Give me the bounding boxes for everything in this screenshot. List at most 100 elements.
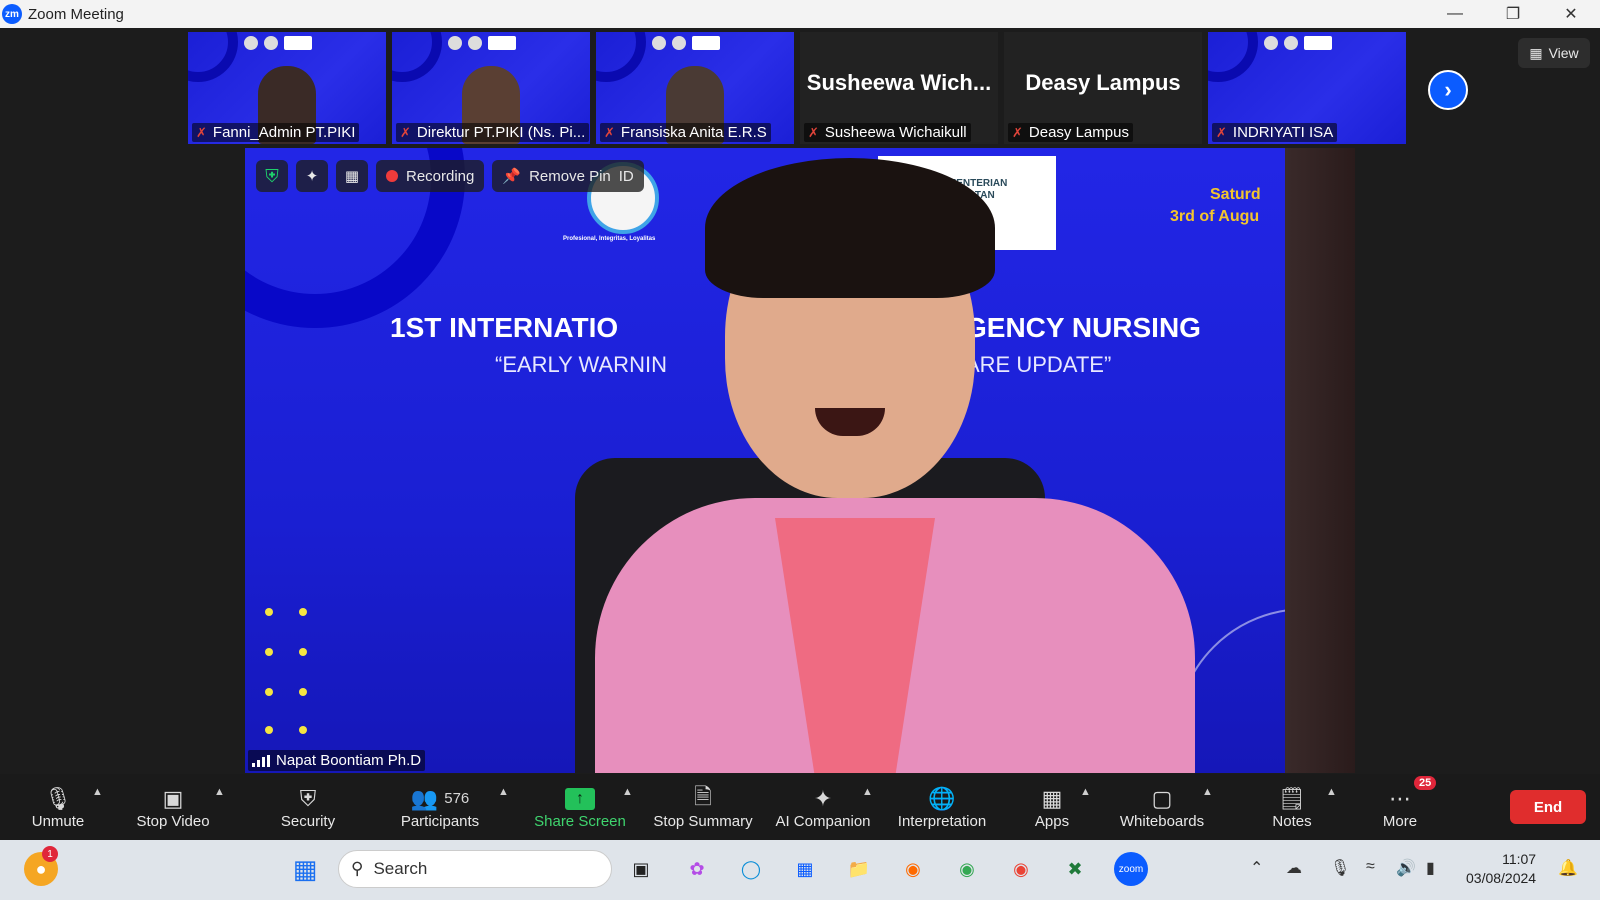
taskbar-clock[interactable]: 11:07 03/08/2024 [1466,850,1536,888]
grid-view-icon: ▦ [1529,44,1543,61]
microphone-icon[interactable]: 🎙 [1330,858,1350,878]
notes-options-caret-icon[interactable]: ▲ [1326,786,1337,798]
participant-thumbnail[interactable]: ✗ Fransiska Anita E.R.S [596,32,794,144]
unmute-label: Unmute [31,812,85,830]
end-meeting-button[interactable]: End [1510,790,1586,824]
id-label: ID [618,167,634,185]
slide-decoration [1208,32,1258,82]
participant-thumbnail[interactable]: Susheewa Wich... ✗ Susheewa Wichaikull [800,32,998,144]
share-screen-button[interactable]: ↑ Share Screen [532,774,628,840]
zoom-app-icon[interactable]: zoom [1114,852,1148,886]
participant-thumbnail[interactable]: ✗ Direktur PT.PIKI (Ns. Pi... [392,32,590,144]
participant-name: Fransiska Anita E.R.S [620,124,767,141]
apps-button[interactable]: ▦ Apps [1026,774,1078,840]
muted-mic-icon: ✗ [400,124,411,140]
taskbar-search[interactable]: ⚲ Search [338,850,612,888]
video-camera-icon: ▣ [162,785,184,811]
whiteboards-label: Whiteboards [1119,812,1205,830]
minimize-button[interactable]: — [1426,0,1484,28]
encryption-shield-button[interactable]: ⛨ [256,160,288,192]
muted-mic-icon: ✗ [604,124,615,140]
muted-mic-icon: ✗ [196,124,207,140]
participant-name-label: ✗ Susheewa Wichaikull [804,123,971,142]
interpretation-button[interactable]: 🌐 Interpretation [890,774,994,840]
restore-button[interactable]: ❐ [1484,0,1542,28]
chrome-icon[interactable]: ◉ [950,852,984,886]
participants-options-caret-icon[interactable]: ▲ [498,786,509,798]
ai-companion-button[interactable]: ✦ AI Companion [770,774,876,840]
search-placeholder: Search [373,859,428,878]
whiteboards-options-caret-icon[interactable]: ▲ [1202,786,1213,798]
participant-thumbnail[interactable]: ✗ Fanni_Admin PT.PIKI [188,32,386,144]
participants-count: 576 [444,790,470,807]
onedrive-cloud-icon[interactable]: ☁ [1286,858,1302,878]
ai-companion-label: AI Companion [775,812,871,830]
speaker-name: Napat Boontiam Ph.D [276,752,422,769]
recording-indicator[interactable]: Recording [376,160,485,192]
stop-summary-label: Stop Summary [653,812,753,830]
participants-button[interactable]: 👥 576 Participants [392,774,488,840]
speaker-figure [415,158,1215,773]
firefox-icon[interactable]: ◉ [896,852,930,886]
remove-pin-button[interactable]: 📌 Remove Pin ID [492,160,644,192]
battery-icon[interactable]: ▮ [1426,858,1435,878]
apps-options-caret-icon[interactable]: ▲ [1080,786,1091,798]
participant-name: Fanni_Admin PT.PIKI [212,124,356,141]
stop-video-label: Stop Video [136,812,210,830]
summary-document-icon: 🗎 [694,783,712,809]
participant-thumbnail[interactable]: Deasy Lampus ✗ Deasy Lampus [1004,32,1202,144]
volume-icon[interactable]: 🔊 [1396,858,1416,878]
show-hidden-icons-icon[interactable]: ⌃ [1250,858,1263,878]
clock-date: 03/08/2024 [1466,870,1537,886]
notification-badge: 1 [42,846,58,862]
speaker-name-label: Napat Boontiam Ph.D [248,750,426,771]
windows-start-icon[interactable]: ▦ [288,852,322,886]
share-options-caret-icon[interactable]: ▲ [622,786,633,798]
stop-summary-button[interactable]: 🗎 Stop Summary [650,774,756,840]
file-explorer-icon[interactable]: 📁 [842,852,876,886]
security-button[interactable]: ⛨ Security [272,774,344,840]
window-title: Zoom Meeting [28,5,124,23]
notification-app-icon[interactable]: ● 1 [24,846,58,886]
background-wall [1285,148,1355,773]
stop-video-button[interactable]: ▣ Stop Video [130,774,216,840]
participant-name-label: ✗ Direktur PT.PIKI (Ns. Pi... [396,123,590,142]
participant-name-label: ✗ INDRIYATI ISA [1212,123,1338,142]
slide-decoration [392,32,442,82]
zoom-logo-icon: zm [2,4,22,24]
next-page-arrow-icon[interactable]: › [1428,70,1468,110]
ai-sparkle-icon: ✦ [813,785,833,811]
task-view-icon[interactable]: ▣ [624,852,658,886]
excel-icon[interactable]: ✖ [1058,852,1092,886]
store-icon[interactable]: ▦ [788,852,822,886]
copilot-icon[interactable]: ✿ [680,852,714,886]
slide-decoration [188,32,238,82]
edge-browser-icon[interactable]: ◯ [734,852,768,886]
unmute-button[interactable]: 🎙 Unmute [22,774,94,840]
whiteboard-icon: ▢ [1151,785,1173,811]
video-options-caret-icon[interactable]: ▲ [214,786,225,798]
ai-options-caret-icon[interactable]: ▲ [862,786,873,798]
more-label: More [1382,812,1418,830]
chrome-profile-icon[interactable]: ◉ [1004,852,1038,886]
participant-thumbnail[interactable]: ✗ INDRIYATI ISA [1208,32,1406,144]
ai-sparkle-button[interactable]: ✦ [296,160,328,192]
audio-options-caret-icon[interactable]: ▲ [92,786,103,798]
close-button[interactable]: ✕ [1542,0,1600,28]
sparkle-icon: ✦ [305,168,319,185]
notes-button[interactable]: 🗒 Notes [1264,774,1320,840]
security-shield-icon: ⛨ [299,785,317,811]
apps-grid-button[interactable]: ▦ [336,160,368,192]
view-button[interactable]: ▦ View [1518,38,1590,68]
muted-mic-icon: 🎙 [44,785,72,811]
signal-strength-icon [252,754,270,767]
window-controls: — ❐ ✕ [1426,0,1600,28]
notification-center-icon[interactable]: 🔔 [1558,858,1578,878]
wifi-icon[interactable]: ≈ [1366,858,1375,876]
participant-display-name: Deasy Lampus [1025,70,1181,95]
clock-time: 11:07 [1502,851,1537,867]
view-button-label: View [1548,45,1579,61]
whiteboards-button[interactable]: ▢ Whiteboards [1114,774,1210,840]
participant-display-name: Susheewa Wich... [806,70,992,95]
search-icon: ⚲ [351,859,364,878]
